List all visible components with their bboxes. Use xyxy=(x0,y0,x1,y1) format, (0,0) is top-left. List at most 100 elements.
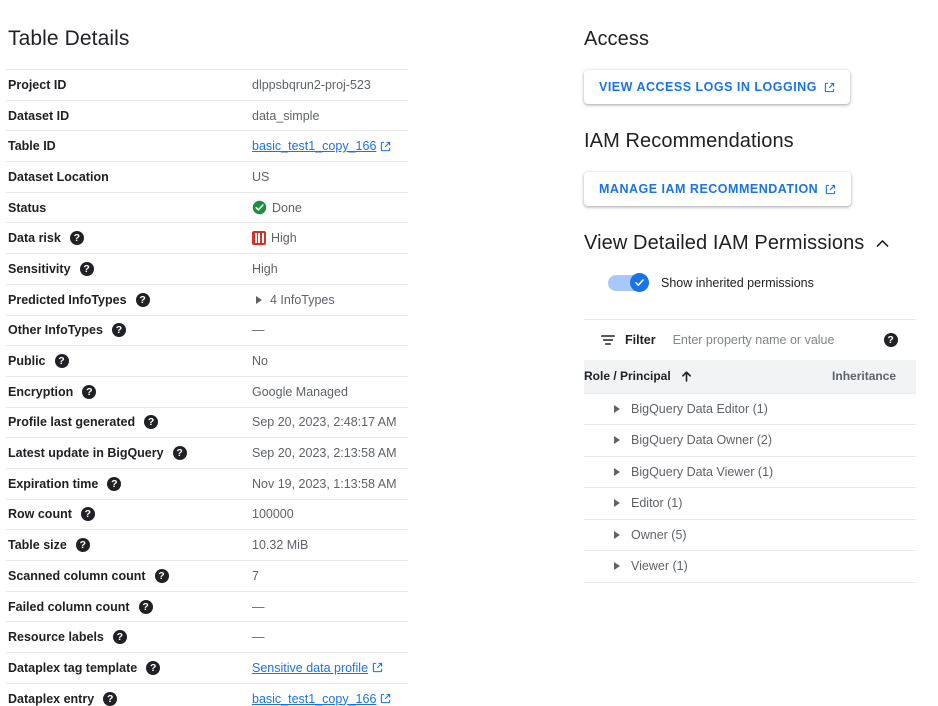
help-icon[interactable]: ? xyxy=(173,446,187,460)
role-principal-label: Viewer (1) xyxy=(631,559,688,573)
role-principal-cell[interactable]: Editor (1) xyxy=(584,488,832,520)
detail-key-cell: Sensitivity? xyxy=(6,254,249,285)
iam-recommendations-heading: IAM Recommendations xyxy=(584,128,924,154)
role-principal-cell[interactable]: BigQuery Data Editor (1) xyxy=(584,393,832,425)
help-icon[interactable]: ? xyxy=(139,600,153,614)
show-inherited-permissions-row[interactable]: Show inherited permissions xyxy=(584,273,924,292)
detail-key-cell: Other InfoTypes? xyxy=(6,315,249,346)
chevron-up-icon[interactable] xyxy=(874,235,891,252)
expand-triangle-icon[interactable] xyxy=(614,531,620,539)
detail-value-cell: High xyxy=(249,223,408,254)
detail-value-cell: Done xyxy=(249,192,408,223)
table-row: Dataplex entry? basic_test1_copy_166 xyxy=(6,683,408,706)
help-icon[interactable]: ? xyxy=(80,262,94,276)
table-row[interactable]: Owner (5) xyxy=(584,519,916,551)
detail-value-text: Done xyxy=(272,200,302,216)
role-principal-cell[interactable]: Viewer (1) xyxy=(584,551,832,583)
help-icon[interactable]: ? xyxy=(136,293,150,307)
detail-value-cell: US xyxy=(249,162,408,193)
iam-permissions-table: Role / Principal Inheritance BigQuery xyxy=(584,360,916,583)
expand-triangle-icon[interactable] xyxy=(614,436,620,444)
table-row: Project IDdlppsbqrun2-proj-523 xyxy=(6,70,408,101)
role-principal-label: BigQuery Data Viewer (1) xyxy=(631,465,773,479)
help-icon[interactable]: ? xyxy=(81,507,95,521)
help-icon[interactable]: ? xyxy=(70,231,84,245)
manage-iam-recommendation-button[interactable]: MANAGE IAM RECOMMENDATION xyxy=(584,172,851,206)
detail-key-label: Dataplex tag template xyxy=(8,660,137,676)
detail-value-text: 10.32 MiB xyxy=(252,538,308,552)
view-detailed-iam-permissions-toggle-header[interactable]: View Detailed IAM Permissions xyxy=(584,230,924,256)
help-icon[interactable]: ? xyxy=(103,692,117,706)
help-icon[interactable]: ? xyxy=(113,630,127,644)
filter-bar[interactable]: Filter ? xyxy=(584,320,924,360)
help-icon[interactable]: ? xyxy=(82,385,96,399)
view-detailed-iam-permissions-heading: View Detailed IAM Permissions xyxy=(584,230,864,256)
detail-value-link[interactable]: basic_test1_copy_166 xyxy=(252,691,391,706)
role-principal-cell[interactable]: BigQuery Data Viewer (1) xyxy=(584,456,832,488)
help-icon[interactable]: ? xyxy=(155,569,169,583)
detail-value-text: dlppsbqrun2-proj-523 xyxy=(252,78,371,92)
detail-key-label: Public xyxy=(8,353,46,369)
table-row: Sensitivity?High xyxy=(6,254,408,285)
help-icon[interactable]: ? xyxy=(884,333,898,347)
detail-key-label: Table size xyxy=(8,537,67,553)
show-inherited-permissions-toggle[interactable] xyxy=(608,273,649,292)
sort-ascending-icon[interactable] xyxy=(680,370,693,383)
help-icon[interactable]: ? xyxy=(144,415,158,429)
role-principal-cell[interactable]: Owner (5) xyxy=(584,519,832,551)
manage-iam-recommendation-label: MANAGE IAM RECOMMENDATION xyxy=(599,182,818,196)
detail-key-cell: Data risk? xyxy=(6,223,249,254)
expand-triangle-icon[interactable] xyxy=(614,562,620,570)
detail-key-label: Dataplex entry xyxy=(8,691,94,706)
detail-value-cell: Google Managed xyxy=(249,376,408,407)
column-header-inheritance[interactable]: Inheritance xyxy=(832,360,916,393)
show-inherited-permissions-label: Show inherited permissions xyxy=(661,276,814,290)
table-row: Resource labels? — xyxy=(6,622,408,653)
detail-value-text: basic_test1_copy_166 xyxy=(252,691,376,706)
detail-value-cell: — xyxy=(249,591,408,622)
detail-key-label: Sensitivity xyxy=(8,261,71,277)
table-row[interactable]: Editor (1) xyxy=(584,488,916,520)
detail-value-text: Nov 19, 2023, 1:13:58 AM xyxy=(252,477,397,491)
column-header-role-principal[interactable]: Role / Principal xyxy=(584,360,832,393)
external-link-icon xyxy=(380,141,391,152)
detail-key-cell: Dataset ID xyxy=(6,100,249,131)
expand-triangle-icon[interactable] xyxy=(614,405,620,413)
filter-input[interactable] xyxy=(671,332,861,348)
table-row: Latest update in BigQuery?Sep 20, 2023, … xyxy=(6,438,408,469)
help-icon[interactable]: ? xyxy=(146,661,160,675)
detail-key-cell: Project ID xyxy=(6,70,249,101)
table-row[interactable]: Viewer (1) xyxy=(584,551,916,583)
detail-value-cell: 4 InfoTypes xyxy=(249,284,408,315)
detail-value-text: — xyxy=(252,630,265,644)
detail-value-cell: basic_test1_copy_166 xyxy=(249,683,408,706)
detail-key-label: Resource labels xyxy=(8,629,104,645)
detail-value-text: US xyxy=(252,170,269,184)
table-row: Data risk? High xyxy=(6,223,408,254)
role-principal-cell[interactable]: BigQuery Data Owner (2) xyxy=(584,425,832,457)
detail-value-link[interactable]: Sensitive data profile xyxy=(252,660,383,676)
table-row: Dataset LocationUS xyxy=(6,162,408,193)
expand-triangle-icon[interactable] xyxy=(614,499,620,507)
detail-value-cell: Sensitive data profile xyxy=(249,653,408,684)
detail-key-cell: Latest update in BigQuery? xyxy=(6,438,249,469)
filter-icon[interactable] xyxy=(600,332,616,348)
help-icon[interactable]: ? xyxy=(76,538,90,552)
high-risk-icon xyxy=(252,231,266,245)
help-icon[interactable]: ? xyxy=(112,323,126,337)
expand-triangle-icon[interactable] xyxy=(256,296,262,304)
expand-triangle-icon[interactable] xyxy=(614,468,620,476)
detail-value-link[interactable]: basic_test1_copy_166 xyxy=(252,138,391,154)
detail-key-label: Encryption xyxy=(8,384,73,400)
help-icon[interactable]: ? xyxy=(55,354,69,368)
help-icon[interactable]: ? xyxy=(107,477,121,491)
table-row[interactable]: BigQuery Data Viewer (1) xyxy=(584,456,916,488)
table-row[interactable]: BigQuery Data Owner (2) xyxy=(584,425,916,457)
detail-value-text: High xyxy=(271,230,297,246)
table-row[interactable]: BigQuery Data Editor (1) xyxy=(584,393,916,425)
view-access-logs-button[interactable]: VIEW ACCESS LOGS IN LOGGING xyxy=(584,70,850,104)
detail-key-label: Latest update in BigQuery xyxy=(8,445,164,461)
detail-key-cell: Encryption? xyxy=(6,376,249,407)
detail-key-label: Expiration time xyxy=(8,476,98,492)
table-details-panel: Table Details Project IDdlppsbqrun2-proj… xyxy=(6,26,408,706)
